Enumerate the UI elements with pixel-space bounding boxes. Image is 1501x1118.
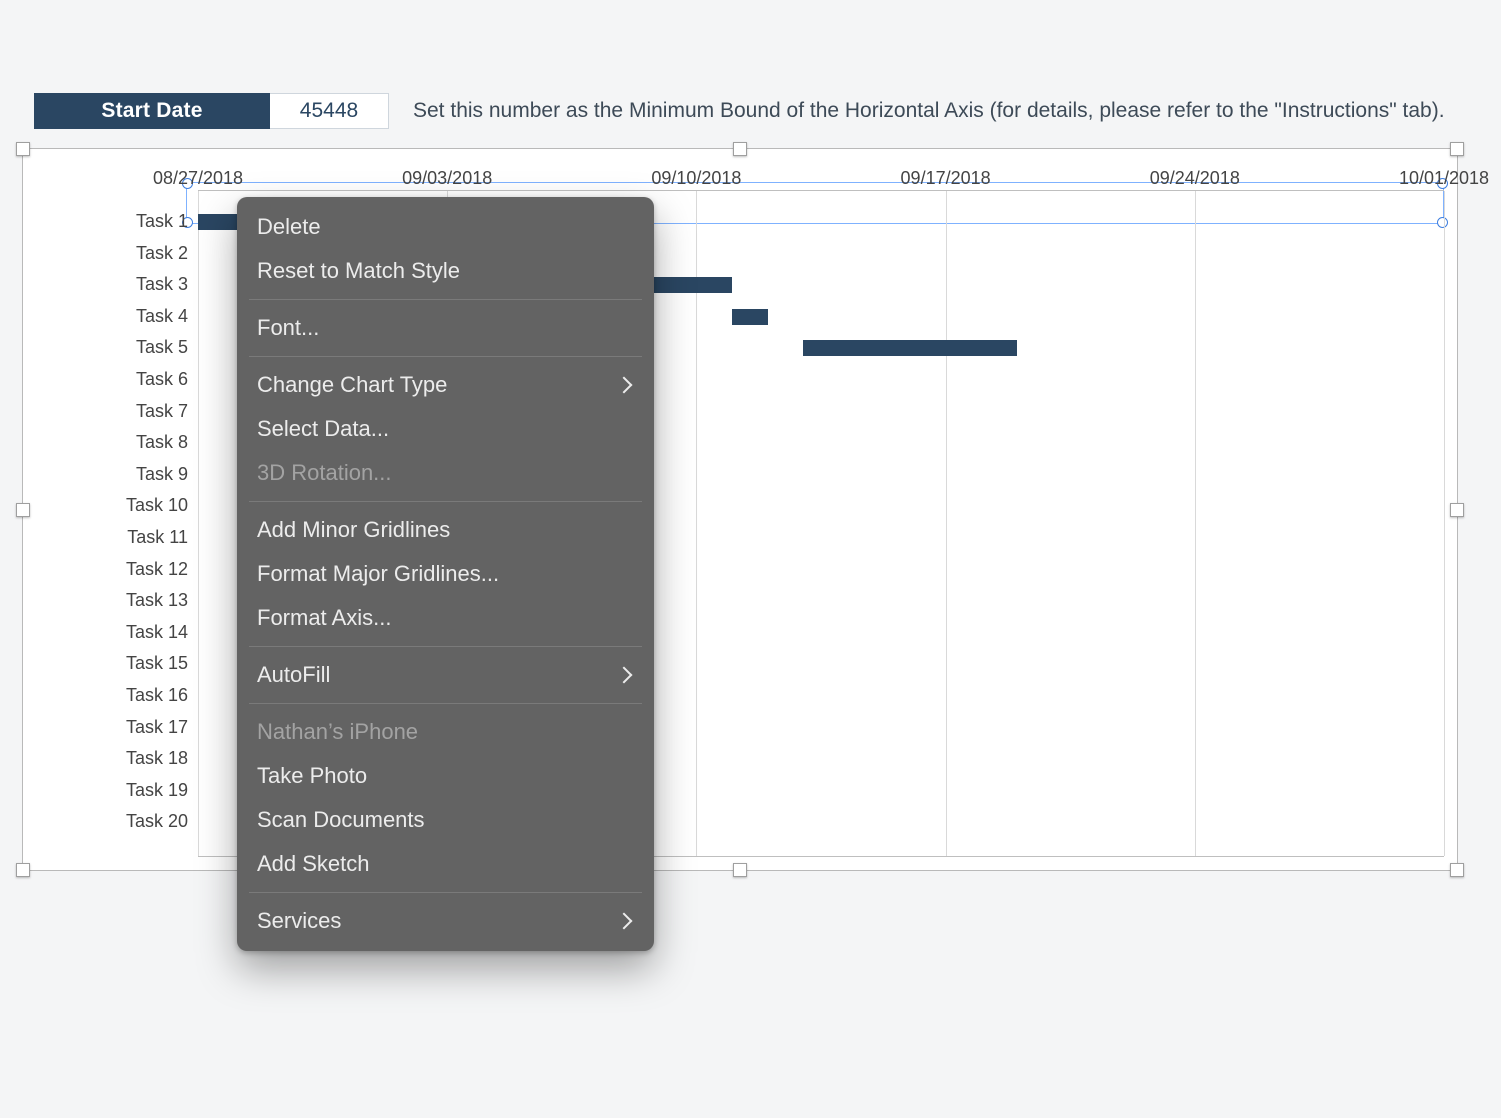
menu-item-label: Scan Documents (257, 807, 425, 833)
menu-item[interactable]: Add Sketch (237, 842, 654, 886)
menu-item-label: Delete (257, 214, 321, 240)
resize-handle-top-right[interactable] (1450, 142, 1464, 156)
menu-item-label: Format Axis... (257, 605, 391, 631)
resize-handle-bottom-left[interactable] (16, 863, 30, 877)
resize-handle-bottom-right[interactable] (1450, 863, 1464, 877)
y-tick-label: Task 17 (36, 712, 198, 744)
gantt-bar[interactable] (803, 340, 1017, 356)
menu-item[interactable]: Format Major Gridlines... (237, 552, 654, 596)
menu-item-label: Format Major Gridlines... (257, 561, 499, 587)
start-date-value-cell[interactable]: 45448 (270, 93, 389, 129)
y-tick-label: Task 20 (36, 806, 198, 838)
x-tick-label: 09/24/2018 (1150, 168, 1240, 189)
chevron-right-icon (616, 667, 633, 684)
y-tick-label: Task 7 (36, 396, 198, 428)
menu-item[interactable]: Delete (237, 205, 654, 249)
menu-item-label: 3D Rotation... (257, 460, 392, 486)
menu-separator (249, 299, 642, 300)
y-tick-label: Task 2 (36, 238, 198, 270)
chevron-right-icon (616, 377, 633, 394)
y-tick-label: Task 6 (36, 364, 198, 396)
resize-handle-bottom-center[interactable] (733, 863, 747, 877)
y-tick-label: Task 12 (36, 554, 198, 586)
y-tick-label: Task 10 (36, 490, 198, 522)
start-date-row: Start Date 45448 Set this number as the … (34, 93, 1445, 129)
major-gridline[interactable] (1444, 191, 1445, 856)
axis-context-menu[interactable]: Delete Reset to Match Style Font... Change … (237, 197, 654, 951)
menu-item[interactable]: Scan Documents (237, 798, 654, 842)
menu-item-label: Change Chart Type (257, 372, 447, 398)
menu-separator (249, 892, 642, 893)
menu-item-label: AutoFill (257, 662, 330, 688)
y-tick-label: Task 19 (36, 775, 198, 807)
x-tick-label: 09/10/2018 (651, 168, 741, 189)
y-tick-label: Task 18 (36, 743, 198, 775)
y-tick-label: Task 8 (36, 427, 198, 459)
y-tick-label: Task 15 (36, 648, 198, 680)
menu-item[interactable]: Select Data... (237, 407, 654, 451)
menu-item[interactable]: Add Minor Gridlines (237, 508, 654, 552)
menu-item-label: Font... (257, 315, 319, 341)
menu-separator (249, 501, 642, 502)
menu-item: Nathan’s iPhone (237, 710, 654, 754)
y-tick-label: Task 13 (36, 585, 198, 617)
menu-item[interactable]: Reset to Match Style (237, 249, 654, 293)
menu-item[interactable]: Format Axis... (237, 596, 654, 640)
y-tick-label: Task 9 (36, 459, 198, 491)
menu-item-label: Nathan’s iPhone (257, 719, 418, 745)
y-tick-label: Task 3 (36, 269, 198, 301)
y-tick-label: Task 11 (36, 522, 198, 554)
menu-item[interactable]: Take Photo (237, 754, 654, 798)
gantt-bar[interactable] (732, 309, 768, 325)
y-tick-label: Task 14 (36, 617, 198, 649)
start-date-hint: Set this number as the Minimum Bound of … (413, 99, 1445, 123)
menu-item: 3D Rotation... (237, 451, 654, 495)
menu-item-label: Reset to Match Style (257, 258, 460, 284)
menu-separator (249, 356, 642, 357)
menu-item-label: Select Data... (257, 416, 389, 442)
menu-separator (249, 646, 642, 647)
menu-item[interactable]: Change Chart Type (237, 363, 654, 407)
resize-handle-top-center[interactable] (733, 142, 747, 156)
menu-item-label: Add Minor Gridlines (257, 517, 450, 543)
horizontal-axis-labels[interactable]: 08/27/201809/03/201809/10/201809/17/2018… (198, 162, 1444, 190)
y-tick-label: Task 5 (36, 332, 198, 364)
x-tick-label: 09/03/2018 (402, 168, 492, 189)
y-tick-label: Task 4 (36, 301, 198, 333)
menu-item[interactable]: Services (237, 899, 654, 943)
vertical-axis-labels[interactable]: Task 1Task 2Task 3Task 4Task 5Task 6Task… (36, 206, 198, 838)
menu-item-label: Services (257, 908, 341, 934)
y-tick-label: Task 16 (36, 680, 198, 712)
start-date-header: Start Date (34, 93, 270, 129)
menu-item[interactable]: Font... (237, 306, 654, 350)
y-tick-label: Task 1 (36, 206, 198, 238)
menu-separator (249, 703, 642, 704)
chevron-right-icon (616, 913, 633, 930)
resize-handle-middle-right[interactable] (1450, 503, 1464, 517)
x-tick-label: 09/17/2018 (901, 168, 991, 189)
resize-handle-middle-left[interactable] (16, 503, 30, 517)
menu-item-label: Take Photo (257, 763, 367, 789)
resize-handle-top-left[interactable] (16, 142, 30, 156)
x-tick-label: 08/27/2018 (153, 168, 243, 189)
menu-item[interactable]: AutoFill (237, 653, 654, 697)
x-tick-label: 10/01/2018 (1399, 168, 1489, 189)
menu-item-label: Add Sketch (257, 851, 370, 877)
